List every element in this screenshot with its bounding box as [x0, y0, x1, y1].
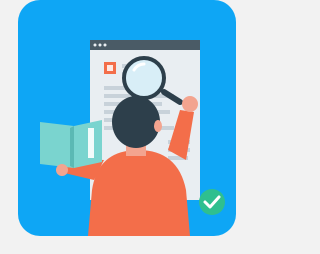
app-icon-canvas: [0, 0, 254, 254]
check-badge-icon: [199, 189, 225, 215]
hair: [112, 96, 160, 148]
logo-icon: [104, 62, 116, 74]
person-researching-icon: [18, 0, 236, 236]
app-icon-tile[interactable]: [18, 0, 236, 236]
